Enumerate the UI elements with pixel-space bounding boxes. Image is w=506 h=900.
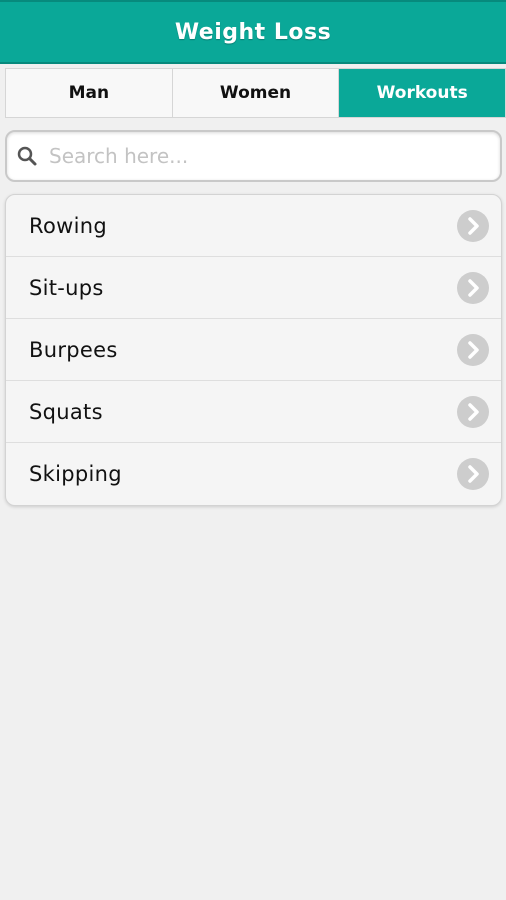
workout-list: Rowing Sit-ups Burpees Squats Skipping: [5, 194, 502, 506]
chevron-right-icon: [457, 271, 489, 304]
tab-label: Man: [68, 83, 110, 103]
list-item-label: Burpees: [29, 337, 118, 362]
page-title: Weight Loss: [174, 19, 332, 45]
list-item-label: Skipping: [29, 462, 122, 486]
list-item-sit-ups[interactable]: Sit-ups: [6, 257, 501, 319]
tab-man[interactable]: Man: [6, 69, 173, 117]
chevron-right-icon: [457, 333, 489, 366]
search-icon: [17, 146, 37, 166]
search-input[interactable]: [49, 144, 469, 168]
chevron-right-icon: [457, 395, 489, 428]
tab-label: Workouts: [376, 83, 468, 103]
list-item-label: Rowing: [29, 213, 107, 238]
tab-label: Women: [219, 83, 292, 103]
list-item-label: Sit-ups: [29, 275, 104, 300]
chevron-right-icon: [457, 458, 489, 490]
list-item-label: Squats: [29, 399, 103, 424]
list-item-rowing[interactable]: Rowing: [6, 195, 501, 257]
list-item-skipping[interactable]: Skipping: [6, 443, 501, 505]
list-item-squats[interactable]: Squats: [6, 381, 501, 443]
search-bar: [5, 130, 502, 182]
chevron-right-icon: [457, 209, 489, 242]
app-header: Weight Loss: [0, 0, 506, 64]
list-item-burpees[interactable]: Burpees: [6, 319, 501, 381]
tab-bar: Man Women Workouts: [5, 68, 506, 118]
tab-workouts[interactable]: Workouts: [339, 69, 506, 117]
tab-women[interactable]: Women: [172, 69, 340, 117]
